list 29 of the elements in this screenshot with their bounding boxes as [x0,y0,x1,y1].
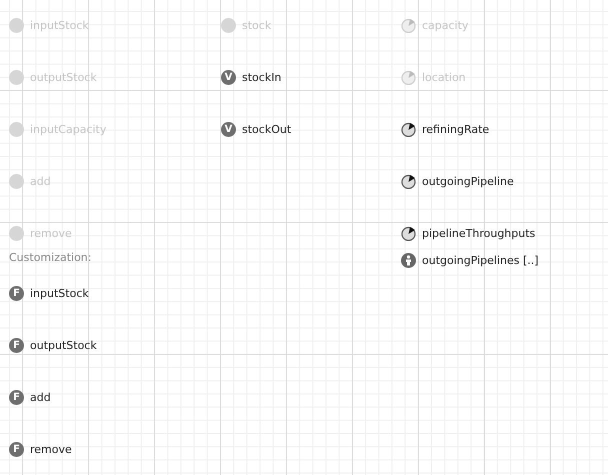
person-icon [401,252,416,268]
element-label[interactable]: add [30,390,51,404]
element-label[interactable]: stockOut [242,122,292,136]
element-label[interactable]: refiningRate [422,122,490,136]
element-label[interactable]: stockIn [242,70,282,84]
function-icon: F [9,286,24,300]
variable-icon: V [221,122,236,136]
function-icon: F [9,338,24,352]
parameter-icon [221,18,236,32]
gauge-icon [401,122,416,136]
element-label[interactable]: outgoingPipeline [422,174,514,188]
element-label[interactable]: outgoingPipelines [..] [422,254,539,266]
element-label[interactable]: pipelineThroughputs [422,226,536,240]
element-label[interactable]: remove [30,442,72,456]
variable-icon: V [221,70,236,84]
gauge-icon [401,226,416,240]
gauge-icon [401,174,416,188]
gauge-icon [401,18,416,32]
parameter-icon [9,226,24,240]
parameter-icon [9,70,24,84]
parameter-icon [9,18,24,32]
element-label[interactable]: inputStock [30,286,89,300]
element-label[interactable]: outputStock [30,338,97,352]
section-label: Customization: [9,250,92,266]
function-icon: F [9,442,24,456]
gauge-icon [401,70,416,84]
function-icon: F [9,390,24,404]
parameter-icon [9,122,24,136]
parameter-icon [9,174,24,188]
